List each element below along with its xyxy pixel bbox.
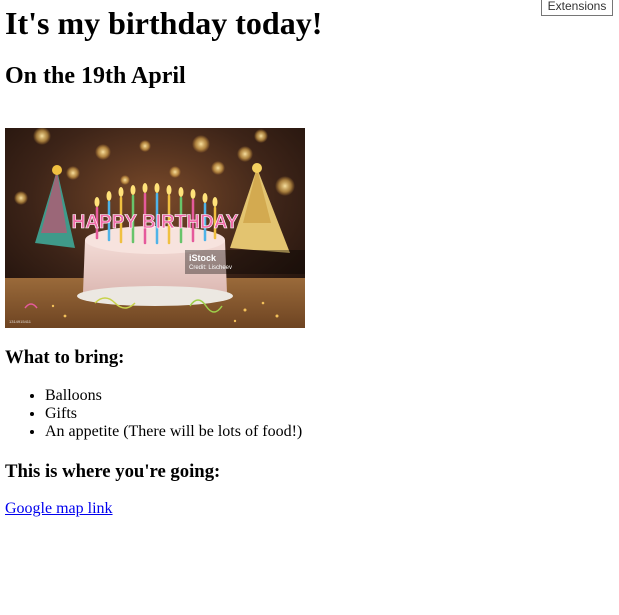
- list-item: Balloons: [45, 387, 302, 405]
- extensions-button[interactable]: Extensions: [541, 0, 613, 16]
- list-item: Gifts: [45, 405, 302, 423]
- bring-list: Balloons Gifts An appetite (There will b…: [5, 387, 302, 441]
- bring-heading: What to bring:: [5, 347, 125, 368]
- page-title: It's my birthday today!: [5, 5, 323, 41]
- list-item: An appetite (There will be lots of food!…: [45, 423, 302, 441]
- google-map-link[interactable]: Google map link: [5, 500, 113, 518]
- photo-credit: Credit: Lischeev: [189, 265, 232, 271]
- birthday-cake-image: HAPPY BIRTHDAY iStock Credit: Lischeev 1…: [5, 128, 305, 328]
- location-heading: This is where you're going:: [5, 461, 221, 482]
- istock-watermark: iStock: [189, 253, 217, 263]
- page-subtitle: On the 19th April: [5, 63, 186, 89]
- photo-id: 1314915411: [9, 319, 32, 324]
- cake-candle-letters: HAPPY BIRTHDAY: [72, 212, 239, 233]
